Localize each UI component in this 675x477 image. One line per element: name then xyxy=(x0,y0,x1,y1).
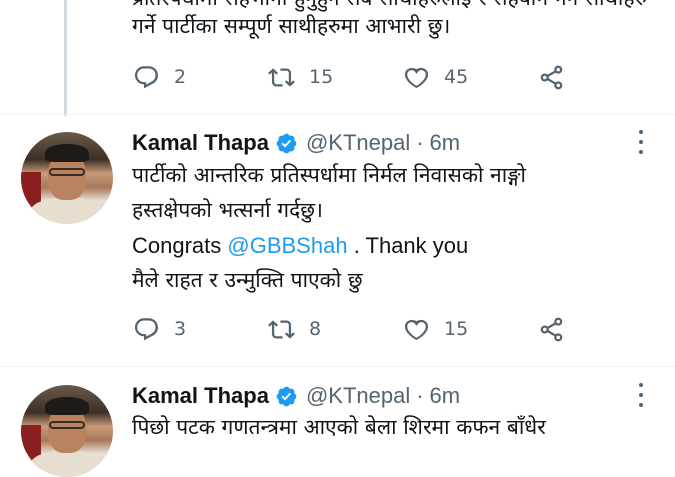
display-name[interactable]: Kamal Thapa xyxy=(132,383,269,409)
tweet-text-line: मैले राहत र उन्मुक्ति पाएको छु xyxy=(132,268,363,292)
like-icon xyxy=(404,319,429,340)
tweet-header: Kamal Thapa @KTnepal · 6m xyxy=(132,128,460,158)
reply-count: 2 xyxy=(174,66,187,88)
tweet-actions: 2 15 45 xyxy=(133,62,565,92)
share-button[interactable] xyxy=(538,316,565,343)
divider xyxy=(0,366,675,367)
tweet-text: पार्टीको आन्तरिक प्रतिस्पर्धामा निर्मल न… xyxy=(132,158,526,298)
timestamp[interactable]: 6m xyxy=(430,130,461,156)
retweet-icon xyxy=(268,67,295,87)
retweet-count: 15 xyxy=(309,66,334,88)
tweet-header: Kamal Thapa @KTnepal · 6m xyxy=(132,381,460,411)
like-icon xyxy=(404,67,429,88)
tweet-text-line: प्रतिस्पर्धामा सहभागी हुनुहुने सबै साथीह… xyxy=(132,0,647,12)
like-button[interactable]: 15 xyxy=(403,316,538,343)
timestamp[interactable]: 6m xyxy=(430,383,461,409)
share-icon xyxy=(540,65,563,89)
share-icon xyxy=(540,317,563,341)
tweet-text-line: पार्टीको आन्तरिक प्रतिस्पर्धामा निर्मल न… xyxy=(132,163,526,187)
like-button[interactable]: 45 xyxy=(403,64,538,91)
like-count: 15 xyxy=(444,318,469,340)
verified-icon xyxy=(276,133,297,153)
reply-icon xyxy=(134,317,159,340)
thread-line xyxy=(64,0,67,116)
display-name[interactable]: Kamal Thapa xyxy=(132,130,269,156)
share-button[interactable] xyxy=(538,64,565,91)
tweet-actions: 3 8 15 xyxy=(133,314,565,344)
reply-count: 3 xyxy=(174,318,187,340)
tweet-text-line: पिछो पटक गणतन्त्रमा आएको बेला शिरमा कफन … xyxy=(132,415,546,439)
like-count: 45 xyxy=(444,66,469,88)
reply-button[interactable]: 3 xyxy=(133,316,268,343)
avatar[interactable] xyxy=(21,132,113,224)
more-icon[interactable] xyxy=(636,383,646,407)
tweet-text: पिछो पटक गणतन्त्रमा आएको बेला शिरमा कफन … xyxy=(132,410,546,445)
reply-button[interactable]: 2 xyxy=(133,64,268,91)
retweet-icon xyxy=(268,319,295,339)
tweet-text-line: गर्ने पार्टीका सम्पूर्ण साथीहरुमा आभारी … xyxy=(132,14,451,38)
separator-dot: · xyxy=(416,130,424,155)
retweet-button[interactable]: 15 xyxy=(268,64,403,91)
separator-dot: · xyxy=(416,383,424,408)
retweet-button[interactable]: 8 xyxy=(268,316,403,343)
more-icon[interactable] xyxy=(636,130,646,154)
retweet-count: 8 xyxy=(309,318,322,340)
tweet-text-line: हस्तक्षेपको भत्सर्ना गर्दछु। xyxy=(132,198,323,222)
reply-icon xyxy=(134,65,159,88)
divider xyxy=(0,114,675,115)
mention-link[interactable]: @GBBShah xyxy=(227,233,347,258)
user-handle[interactable]: @KTnepal xyxy=(306,130,410,156)
verified-icon xyxy=(276,386,297,406)
avatar[interactable] xyxy=(21,385,113,477)
tweet-text-line: Congrats @GBBShah . Thank you xyxy=(132,233,469,258)
user-handle[interactable]: @KTnepal xyxy=(306,383,410,409)
